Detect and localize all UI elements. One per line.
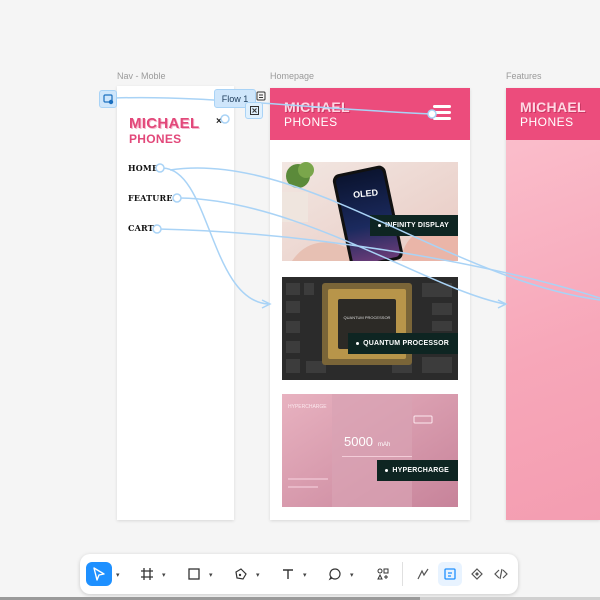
text-tool-icon[interactable] <box>277 562 299 586</box>
nav-link-cart[interactable]: CART <box>128 223 154 233</box>
arrowhead-homepage <box>261 299 272 309</box>
actions-tool-icon[interactable] <box>372 562 394 586</box>
rectangle-tool-icon[interactable] <box>183 562 205 586</box>
nav-close-icon[interactable]: × <box>216 116 222 127</box>
card-infinity-display[interactable]: OLED INFINITY DISPLAY <box>282 162 458 261</box>
text-tool-caret[interactable]: ▾ <box>303 571 307 579</box>
prototype-mode-icon[interactable] <box>466 562 488 586</box>
comment-tool-caret[interactable]: ▾ <box>350 571 354 579</box>
flow-settings-icon[interactable] <box>254 90 268 102</box>
nav-brand-line1: MICHAEL <box>129 115 200 132</box>
frame-label-features[interactable]: Features <box>506 71 542 81</box>
toolbar-divider <box>402 562 403 586</box>
flow-start-icon[interactable] <box>99 90 117 108</box>
battery-big-unit: mAh <box>378 442 390 448</box>
badge-infinity-display: INFINITY DISPLAY <box>370 215 458 236</box>
pen-tool-icon[interactable] <box>230 562 252 586</box>
features-frame[interactable]: MICHAEL PHONES <box>506 88 600 520</box>
move-tool-caret[interactable]: ▾ <box>116 571 120 579</box>
features-brand-line1: MICHAEL <box>520 99 586 115</box>
features-header: MICHAEL PHONES <box>506 88 600 140</box>
flow-close-icon[interactable] <box>245 102 263 119</box>
comment-tool-icon[interactable] <box>324 562 346 586</box>
battery-big-number: 5000 <box>344 434 373 449</box>
features-brand-line2: PHONES <box>520 115 574 129</box>
bottom-toolbar: ▾ ▾ ▾ ▾ ▾ ▾ <box>80 554 518 594</box>
arrowhead-features <box>497 299 508 309</box>
hamburger-menu-icon[interactable] <box>433 105 451 123</box>
frame-label-nav[interactable]: Nav - Moble <box>117 71 166 81</box>
pen-tool-caret[interactable]: ▾ <box>256 571 260 579</box>
homepage-frame[interactable]: MICHAEL PHONES OLED INFINITY DISPLAY QUA… <box>270 88 470 520</box>
nav-link-home[interactable]: HOME <box>128 163 158 173</box>
frame-label-homepage[interactable]: Homepage <box>270 71 314 81</box>
frame-tool-icon[interactable] <box>136 562 158 586</box>
header-brand-line2: PHONES <box>284 115 338 129</box>
header-brand-line1: MICHAEL <box>284 99 350 115</box>
move-tool-icon[interactable] <box>86 562 112 586</box>
battery-header-text: HYPERCHARGE <box>288 404 327 410</box>
nav-brand-line2: PHONES <box>129 132 182 146</box>
nav-frame[interactable]: MICHAEL PHONES × HOME FEATURES CART <box>117 86 234 520</box>
homepage-header: MICHAEL PHONES <box>270 88 470 140</box>
battery-image: HYPERCHARGE 5000 mAh <box>282 394 458 507</box>
design-mode-icon[interactable] <box>438 562 462 586</box>
badge-hypercharge: HYPERCHARGE <box>377 460 458 481</box>
frame-tool-caret[interactable]: ▾ <box>162 571 166 579</box>
phone-hand-image: OLED <box>282 162 458 261</box>
rectangle-tool-caret[interactable]: ▾ <box>209 571 213 579</box>
card-quantum-processor[interactable]: QUANTUM PROCESSOR QUANTUM PROCESSOR <box>282 277 458 380</box>
card-hypercharge[interactable]: HYPERCHARGE 5000 mAh HYPERCHARGE <box>282 394 458 507</box>
processor-chip-text: QUANTUM PROCESSOR <box>344 315 391 320</box>
badge-quantum-processor: QUANTUM PROCESSOR <box>348 333 458 354</box>
dev-mode-icon[interactable] <box>490 562 512 586</box>
draw-mode-icon[interactable] <box>412 562 434 586</box>
nav-link-features[interactable]: FEATURES <box>128 193 179 203</box>
processor-image: QUANTUM PROCESSOR <box>282 277 458 380</box>
